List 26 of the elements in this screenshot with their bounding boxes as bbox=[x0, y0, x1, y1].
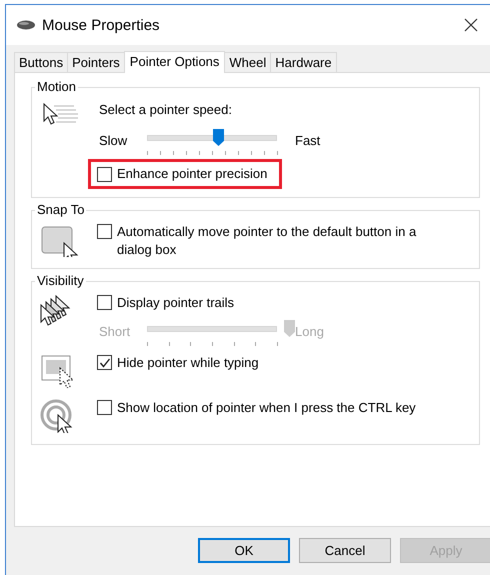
close-icon[interactable] bbox=[464, 18, 478, 32]
checkmark-icon bbox=[98, 356, 110, 368]
checkbox[interactable] bbox=[97, 167, 112, 182]
group-title: Snap To bbox=[35, 202, 86, 218]
slider-max-label: Long bbox=[295, 324, 325, 338]
window-title: Mouse Properties bbox=[42, 16, 161, 34]
slider-thumb[interactable] bbox=[213, 129, 224, 146]
checkbox-label[interactable]: Hide pointer while typing bbox=[117, 354, 259, 372]
tab[interactable]: Buttons bbox=[14, 52, 68, 72]
checkbox-label[interactable]: Enhance pointer precision bbox=[117, 165, 268, 183]
slider-min-label: Short bbox=[99, 324, 129, 338]
checkbox-label[interactable]: Show location of pointer when I press the CTRL key bbox=[117, 399, 416, 417]
dialog-button[interactable]: Cancel bbox=[299, 538, 391, 563]
mouse-icon bbox=[16, 19, 36, 31]
speed-label: Select a pointer speed: bbox=[99, 102, 233, 117]
checkbox[interactable] bbox=[97, 400, 112, 415]
group-title: Visibility bbox=[35, 273, 86, 289]
checkbox[interactable] bbox=[97, 295, 112, 310]
checkbox[interactable] bbox=[97, 355, 112, 370]
dialog-button[interactable]: OK bbox=[198, 538, 290, 563]
slider-max-label: Fast bbox=[295, 132, 322, 148]
checkbox-label[interactable]: Display pointer trails bbox=[117, 294, 234, 312]
checkbox[interactable] bbox=[97, 224, 112, 239]
slider-min-label: Slow bbox=[99, 132, 128, 148]
tab[interactable]: Pointer Options bbox=[124, 51, 226, 73]
tab[interactable]: Hardware bbox=[270, 52, 337, 72]
